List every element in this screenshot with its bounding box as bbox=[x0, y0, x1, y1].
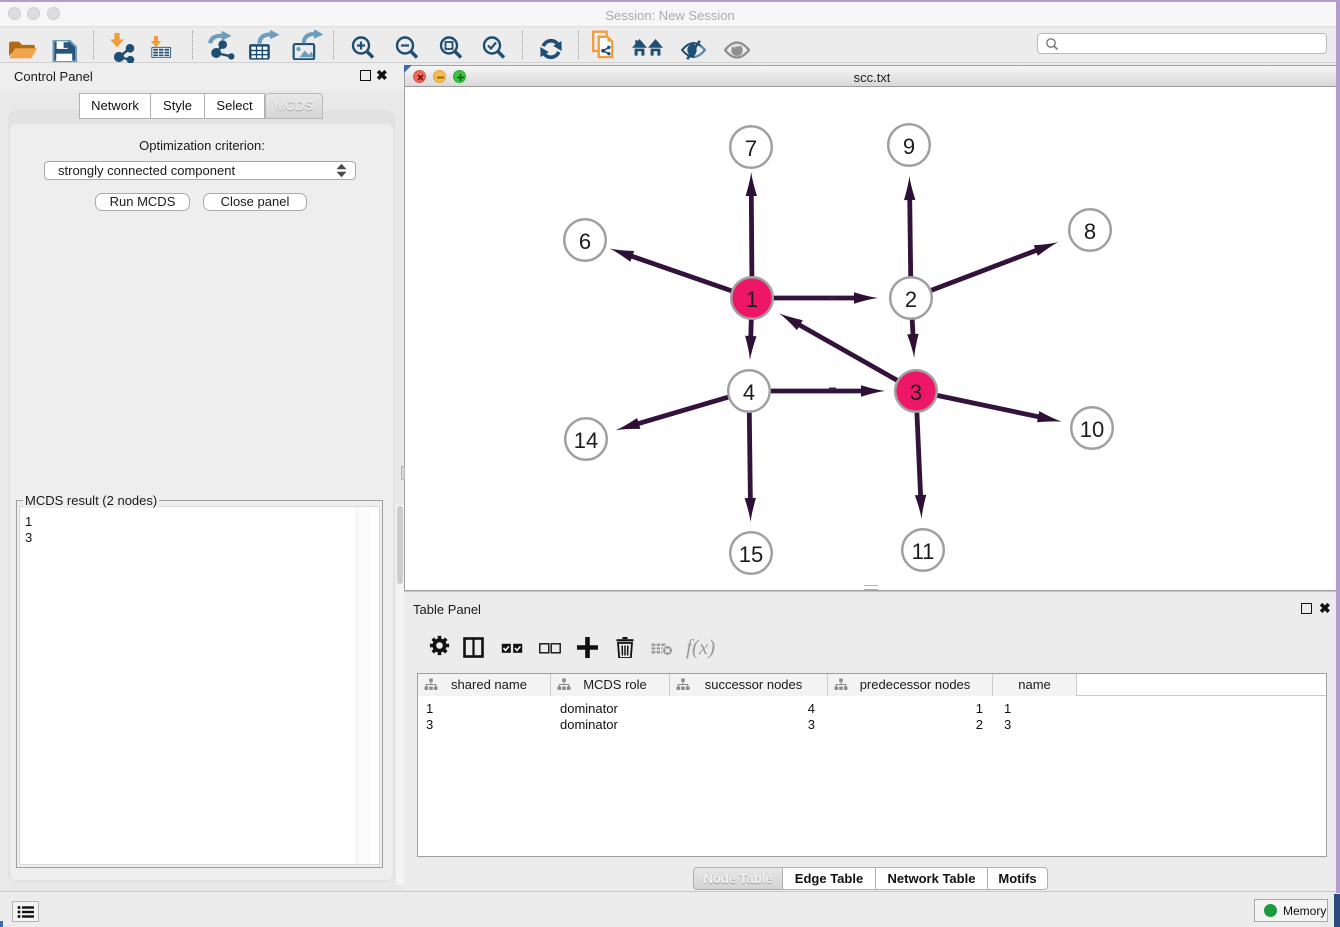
svg-text:7: 7 bbox=[745, 136, 757, 161]
svg-text:10: 10 bbox=[1080, 417, 1104, 442]
svg-text:4: 4 bbox=[743, 380, 755, 405]
svg-text:11: 11 bbox=[912, 539, 935, 564]
svg-text:6: 6 bbox=[579, 229, 591, 254]
svg-text:14: 14 bbox=[574, 428, 598, 453]
svg-text:1: 1 bbox=[746, 287, 758, 312]
svg-text:3: 3 bbox=[910, 380, 922, 405]
svg-text:9: 9 bbox=[903, 134, 915, 159]
svg-text:8: 8 bbox=[1084, 219, 1096, 244]
svg-text:2: 2 bbox=[905, 287, 917, 312]
svg-text:15: 15 bbox=[739, 542, 763, 567]
